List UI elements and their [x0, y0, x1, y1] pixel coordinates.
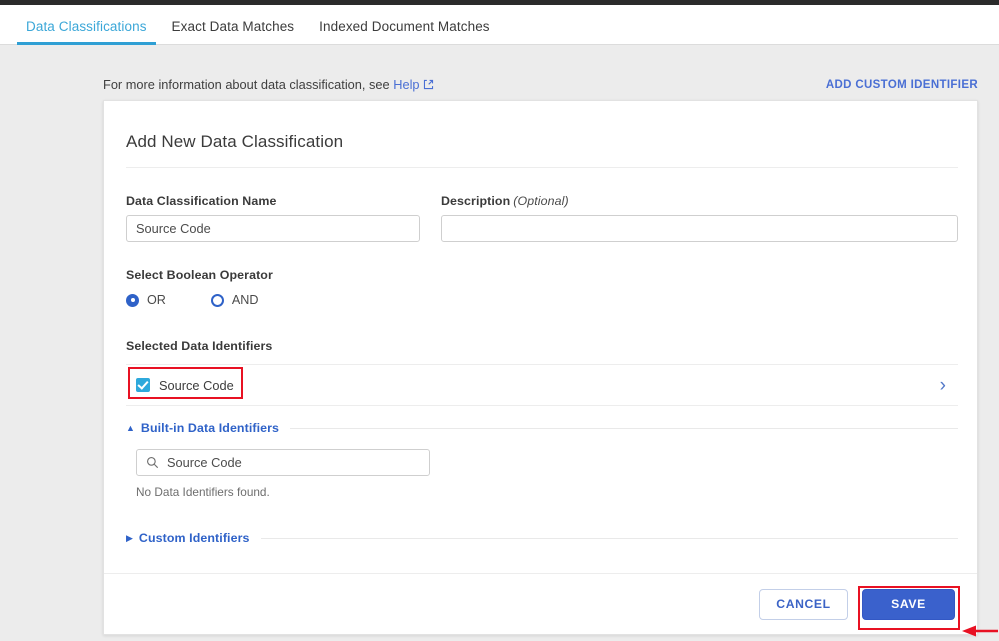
radio-option-and[interactable]: AND: [210, 293, 259, 307]
chevron-right-icon[interactable]: ›: [940, 376, 952, 395]
save-button[interactable]: SAVE: [862, 588, 955, 620]
cancel-button[interactable]: CANCEL: [759, 588, 848, 620]
tab-label: Exact Data Matches: [171, 19, 295, 34]
builtin-search-input[interactable]: [136, 449, 430, 476]
builtin-search-wrap: [136, 449, 430, 476]
external-link-icon: [423, 78, 434, 93]
data-classification-name-label: Data Classification Name: [126, 194, 277, 208]
custom-section-rule: [260, 537, 958, 539]
radio-and-icon[interactable]: [210, 293, 224, 307]
app-root: Data Classifications Exact Data Matches …: [0, 0, 999, 641]
description-label: Description (Optional): [441, 194, 958, 208]
selected-identifier-checkbox[interactable]: [136, 378, 150, 392]
tab-indexed-document-matches[interactable]: Indexed Document Matches: [310, 19, 499, 44]
boolean-operator-radio-row: OR AND: [126, 293, 303, 307]
builtin-data-identifiers-section: ▲ Built-in Data Identifiers No Data Iden…: [126, 421, 958, 499]
radio-option-or[interactable]: OR: [126, 293, 166, 307]
custom-section-title: Custom Identifiers: [138, 531, 250, 545]
tab-label: Data Classifications: [26, 19, 147, 34]
description-label-text: Description: [441, 194, 511, 208]
help-link[interactable]: Help: [393, 77, 433, 92]
tab-exact-data-matches[interactable]: Exact Data Matches: [163, 19, 304, 44]
selected-identifier-name: Source Code: [159, 377, 234, 393]
radio-or-label: OR: [147, 293, 166, 307]
tab-bar: Data Classifications Exact Data Matches …: [0, 5, 999, 45]
info-text-container: For more information about data classifi…: [103, 77, 434, 93]
help-link-label: Help: [393, 77, 420, 92]
card-title-divider: [126, 167, 958, 168]
page-body: For more information about data classifi…: [0, 46, 999, 641]
data-classification-name-input[interactable]: [126, 215, 420, 242]
selected-data-identifiers-group: Selected Data Identifiers Source Code ›: [126, 339, 958, 406]
description-input[interactable]: [441, 215, 958, 242]
selected-identifier-row[interactable]: Source Code ›: [126, 364, 958, 406]
card-title: Add New Data Classification: [126, 132, 344, 151]
add-custom-identifier-button[interactable]: ADD CUSTOM IDENTIFIER: [826, 79, 978, 91]
description-group: Description (Optional): [441, 194, 958, 242]
custom-identifiers-section: ▶ Custom Identifiers: [126, 531, 958, 545]
caret-up-icon[interactable]: ▲: [126, 423, 135, 433]
selected-identifier-left: Source Code: [136, 378, 234, 393]
custom-section-header[interactable]: ▶ Custom Identifiers: [126, 531, 958, 545]
info-row: For more information about data classifi…: [103, 76, 979, 94]
add-data-classification-card: Add New Data Classification Data Classif…: [103, 100, 978, 635]
boolean-operator-group: Select Boolean Operator OR AND: [126, 268, 303, 307]
tab-data-classifications[interactable]: Data Classifications: [17, 19, 156, 45]
builtin-empty-text: No Data Identifiers found.: [136, 485, 270, 499]
radio-or-icon[interactable]: [126, 293, 139, 307]
selected-data-identifiers-label: Selected Data Identifiers: [126, 339, 273, 353]
caret-right-icon[interactable]: ▶: [126, 533, 133, 543]
info-text: For more information about data classifi…: [103, 77, 390, 92]
builtin-section-title: Built-in Data Identifiers: [140, 421, 280, 435]
boolean-operator-label: Select Boolean Operator: [126, 268, 273, 282]
tab-label: Indexed Document Matches: [319, 19, 490, 34]
radio-and-label: AND: [231, 293, 259, 307]
card-footer: CANCEL SAVE: [104, 574, 977, 634]
builtin-section-header[interactable]: ▲ Built-in Data Identifiers: [126, 421, 958, 435]
builtin-section-rule: [290, 427, 958, 429]
data-classification-name-group: Data Classification Name: [126, 194, 420, 242]
description-optional-label: (Optional): [513, 194, 569, 208]
